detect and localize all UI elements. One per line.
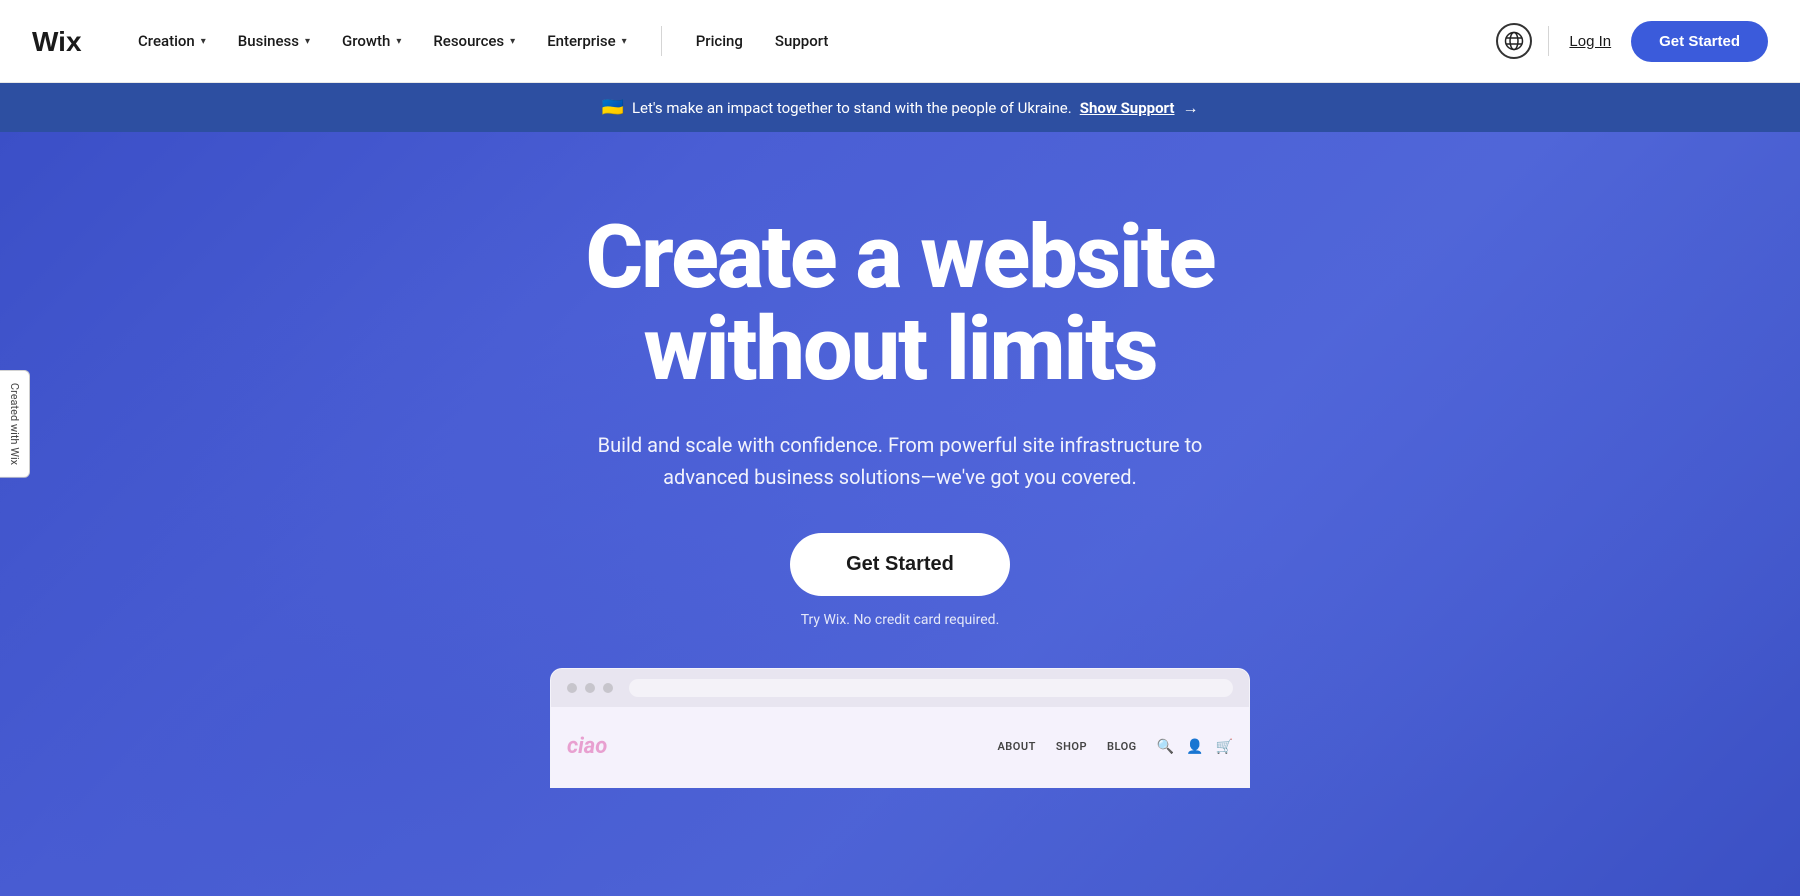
chevron-down-icon: ▾ (622, 36, 627, 47)
hero-section: Create a website without limits Build an… (0, 132, 1800, 896)
browser-nav-shop: SHOP (1056, 740, 1087, 753)
logo[interactable]: Wix (32, 27, 92, 55)
chevron-down-icon: ▾ (396, 36, 401, 47)
navbar: Wix Creation ▾ Business ▾ Growth ▾ Resou… (0, 0, 1800, 83)
browser-toolbar (551, 669, 1249, 707)
ukraine-banner: 🇺🇦 Let's make an impact together to stan… (0, 83, 1800, 132)
language-selector-button[interactable] (1496, 23, 1532, 59)
nav-item-resources[interactable]: Resources ▾ (419, 24, 529, 58)
browser-frame: ciao ABOUT SHOP BLOG 🔍 👤 🛒 (550, 668, 1250, 788)
user-icon: 👤 (1186, 739, 1203, 755)
ukraine-flag-icon: 🇺🇦 (602, 97, 624, 118)
chevron-down-icon: ▾ (201, 36, 206, 47)
nav-item-enterprise[interactable]: Enterprise ▾ (533, 24, 641, 58)
svg-text:Wix: Wix (32, 27, 82, 55)
chevron-down-icon: ▾ (510, 36, 515, 47)
login-button[interactable]: Log In (1565, 25, 1615, 58)
nav-item-pricing[interactable]: Pricing (682, 24, 757, 58)
browser-site-nav: ABOUT SHOP BLOG 🔍 👤 🛒 (997, 739, 1233, 755)
nav-divider (661, 26, 662, 56)
browser-nav-blog: BLOG (1107, 740, 1137, 753)
hero-no-card-text: Try Wix. No credit card required. (801, 612, 1000, 628)
browser-dot-1 (567, 683, 577, 693)
nav-divider-right (1548, 26, 1549, 56)
nav-item-business[interactable]: Business ▾ (224, 24, 324, 58)
created-with-wix-tab[interactable]: Created with Wix (0, 369, 30, 477)
browser-nav-about: ABOUT (997, 740, 1035, 753)
hero-subtext: Build and scale with confidence. From po… (590, 429, 1210, 493)
show-support-link[interactable]: Show Support (1080, 99, 1175, 117)
browser-content: ciao ABOUT SHOP BLOG 🔍 👤 🛒 (551, 707, 1249, 787)
arrow-icon: → (1182, 98, 1198, 118)
cart-icon: 🛒 (1216, 739, 1233, 755)
get-started-button-hero[interactable]: Get Started (790, 533, 1010, 596)
banner-text: Let's make an impact together to stand w… (632, 99, 1072, 117)
chevron-down-icon: ▾ (305, 36, 310, 47)
navbar-right: Log In Get Started (1496, 21, 1768, 62)
nav-menu: Creation ▾ Business ▾ Growth ▾ Resources… (124, 24, 1496, 58)
browser-mockup: ciao ABOUT SHOP BLOG 🔍 👤 🛒 (550, 668, 1250, 788)
browser-dot-3 (603, 683, 613, 693)
nav-item-growth[interactable]: Growth ▾ (328, 24, 415, 58)
nav-item-support[interactable]: Support (761, 24, 842, 58)
hero-headline: Create a website without limits (585, 212, 1214, 397)
search-icon: 🔍 (1157, 739, 1174, 755)
get-started-button-nav[interactable]: Get Started (1631, 21, 1768, 62)
browser-site-logo: ciao (567, 734, 607, 759)
browser-dot-2 (585, 683, 595, 693)
nav-item-creation[interactable]: Creation ▾ (124, 24, 220, 58)
browser-icon-group: 🔍 👤 🛒 (1157, 739, 1233, 755)
